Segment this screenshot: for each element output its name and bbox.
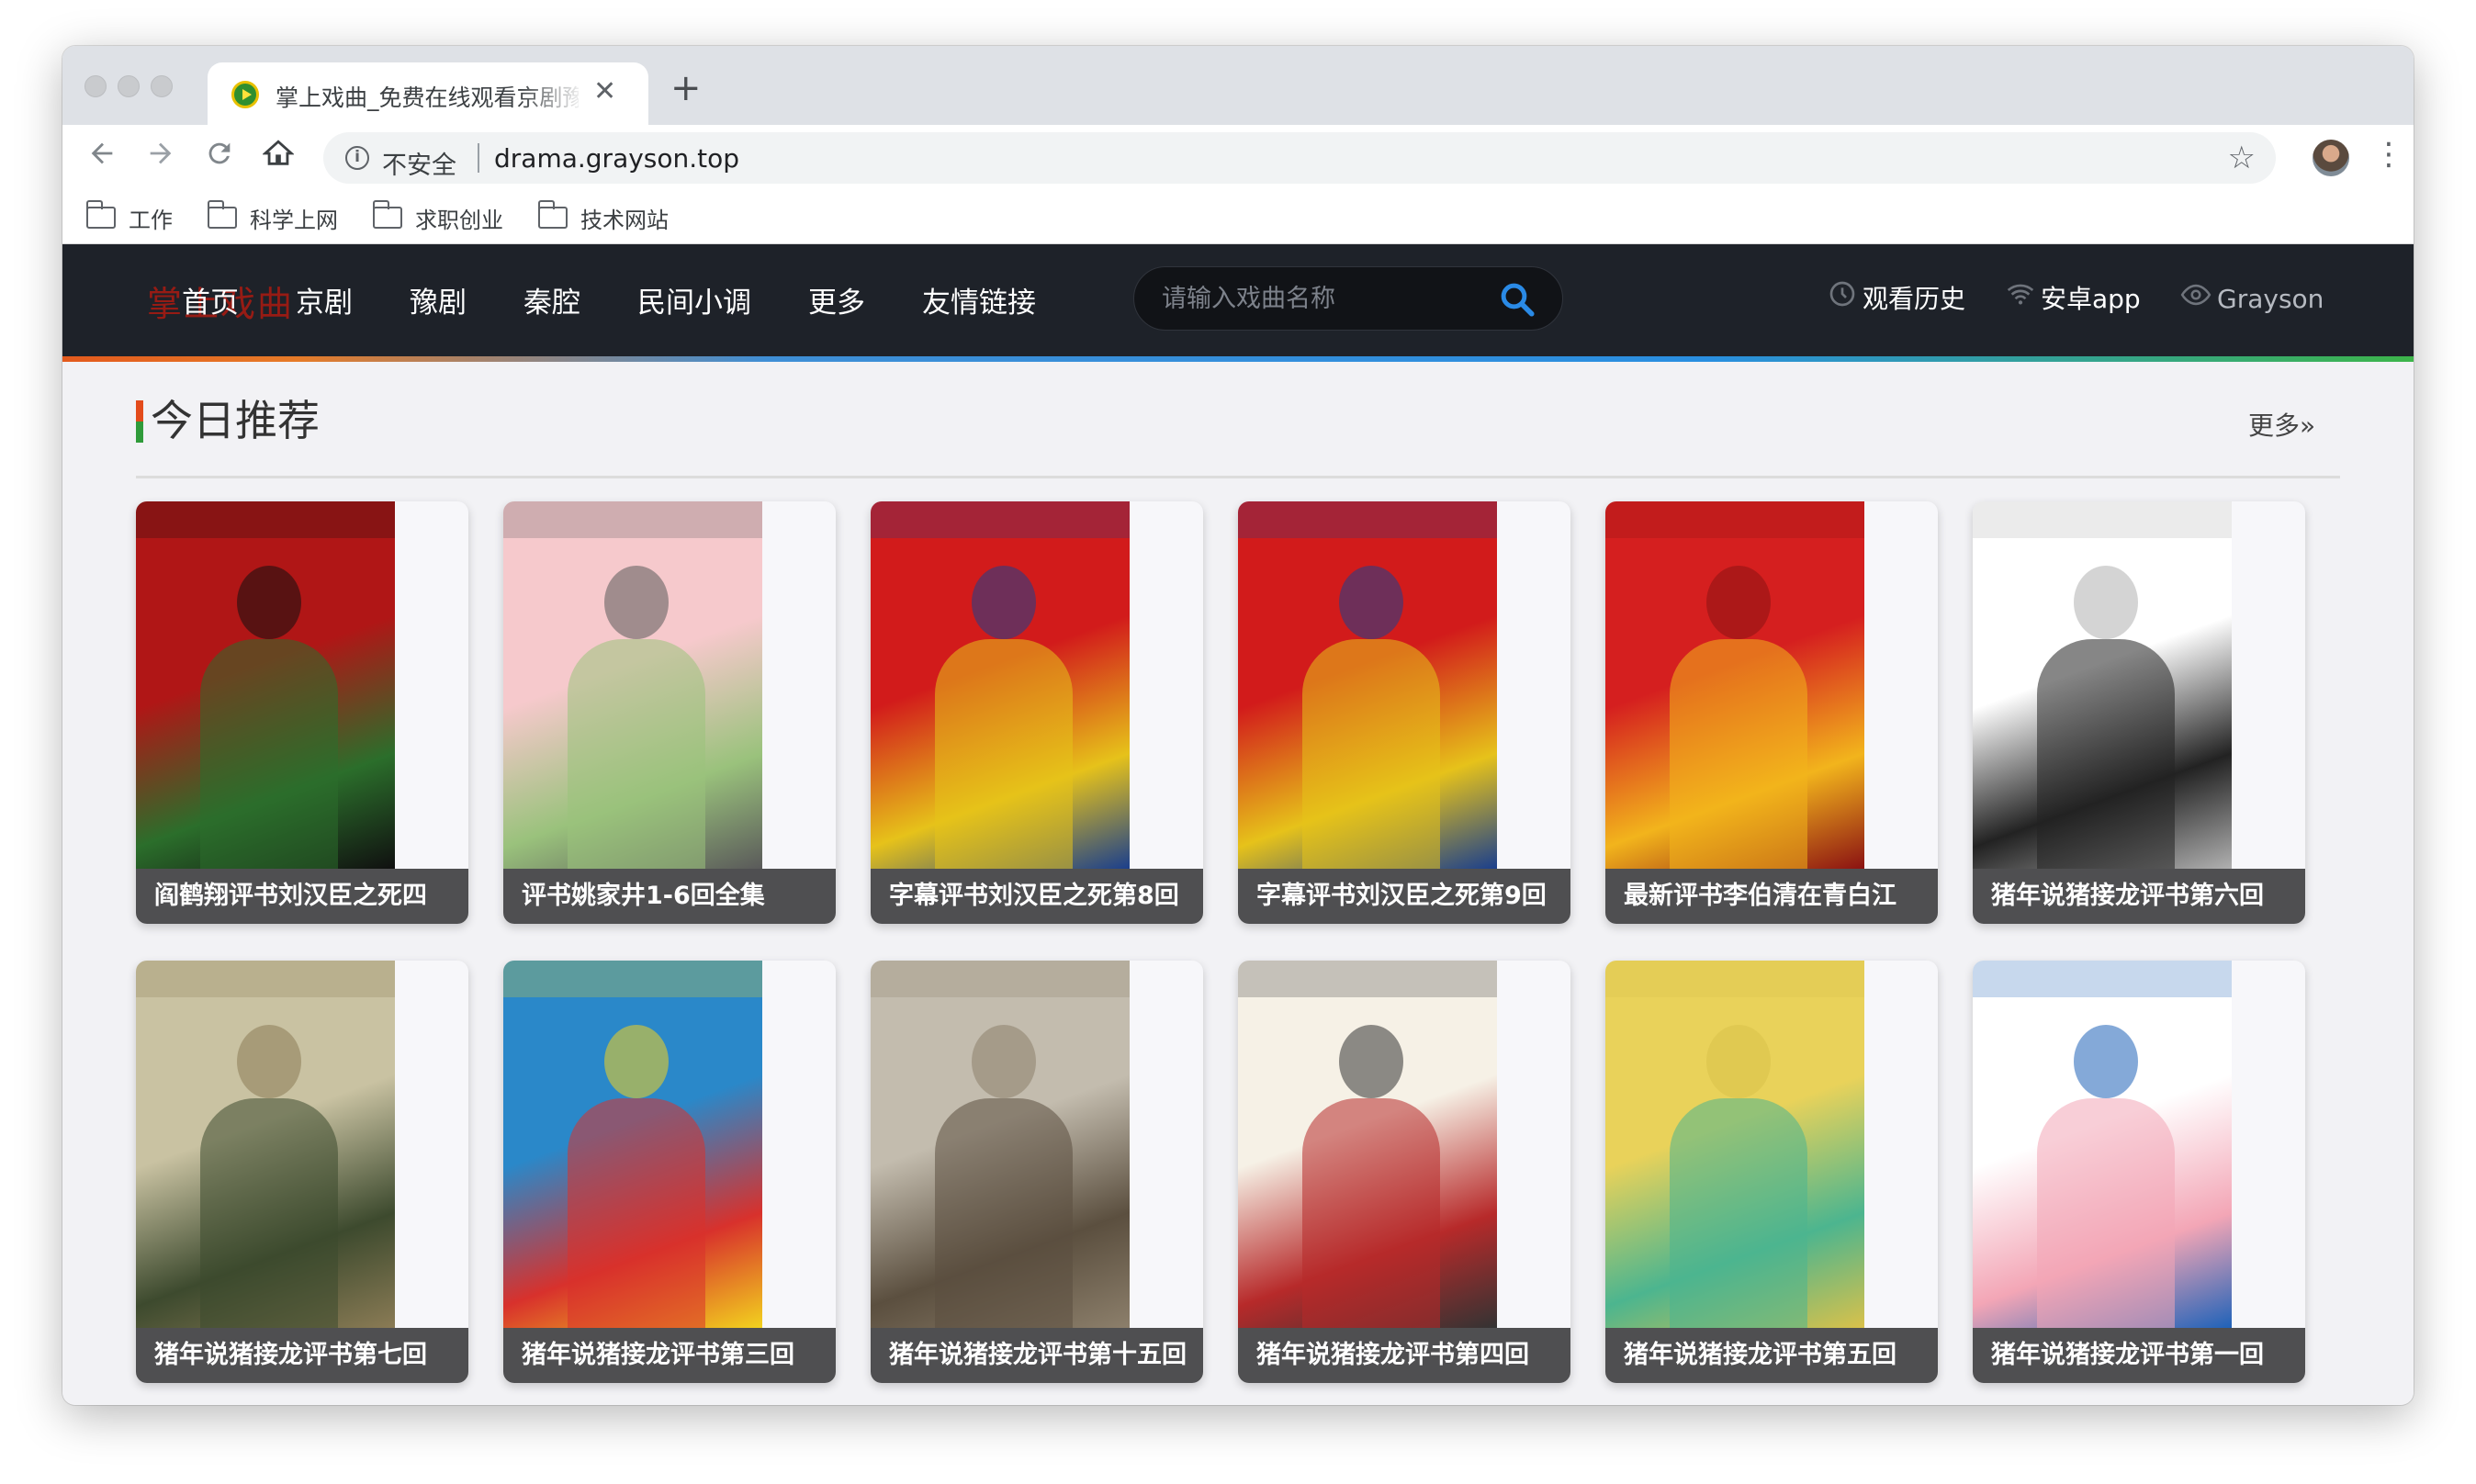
bookmarks-bar: 工作 科学上网 求职创业 技术网站 bbox=[62, 189, 2414, 244]
folder-icon bbox=[207, 200, 237, 229]
nav-yu-opera[interactable]: 豫剧 bbox=[410, 279, 467, 320]
video-thumbnail[interactable] bbox=[136, 961, 395, 1328]
back-arrow-icon[interactable] bbox=[86, 138, 118, 177]
video-card[interactable]: 猪年说猪接龙评书第六回 bbox=[1973, 501, 2305, 924]
video-card[interactable]: 最新评书李伯清在青白江 bbox=[1605, 501, 1938, 924]
site-favicon-icon bbox=[231, 81, 259, 108]
bookmark-folder[interactable]: 求职创业 bbox=[372, 200, 503, 233]
profile-avatar[interactable] bbox=[2313, 140, 2349, 176]
nav-watch-history[interactable]: 观看历史 bbox=[1828, 279, 1965, 316]
nav-more[interactable]: 更多 bbox=[808, 279, 865, 320]
new-tab-button[interactable]: + bbox=[670, 70, 702, 107]
search-input[interactable] bbox=[1162, 282, 1492, 315]
clock-icon bbox=[1828, 279, 1857, 316]
video-card[interactable]: 字幕评书刘汉臣之死第8回 bbox=[871, 501, 1203, 924]
video-thumbnail[interactable] bbox=[871, 961, 1130, 1328]
video-title[interactable]: 猪年说猪接龙评书第一回 bbox=[1973, 1328, 2305, 1383]
video-title[interactable]: 最新评书李伯清在青白江 bbox=[1605, 869, 1938, 924]
video-thumbnail[interactable] bbox=[1238, 501, 1497, 869]
bookmark-folder[interactable]: 技术网站 bbox=[537, 200, 669, 233]
search-box bbox=[1133, 266, 1563, 331]
video-card[interactable]: 猪年说猪接龙评书第三回 bbox=[503, 961, 836, 1383]
video-card[interactable]: 字幕评书刘汉臣之死第9回 bbox=[1238, 501, 1570, 924]
security-label[interactable]: 不安全 bbox=[382, 145, 456, 181]
video-card[interactable]: 猪年说猪接龙评书第十五回 bbox=[871, 961, 1203, 1383]
video-card[interactable]: 猪年说猪接龙评书第一回 bbox=[1973, 961, 2305, 1383]
video-title[interactable]: 字幕评书刘汉臣之死第9回 bbox=[1238, 869, 1570, 924]
video-card[interactable]: 猪年说猪接龙评书第四回 bbox=[1238, 961, 1570, 1383]
video-title[interactable]: 猪年说猪接龙评书第四回 bbox=[1238, 1328, 1570, 1383]
eye-icon bbox=[2180, 279, 2212, 318]
video-title[interactable]: 猪年说猪接龙评书第五回 bbox=[1605, 1328, 1938, 1383]
video-card[interactable]: 猪年说猪接龙评书第七回 bbox=[136, 961, 468, 1383]
browser-menu-icon[interactable]: ⋮ bbox=[2373, 136, 2404, 173]
address-bar[interactable]: i 不安全 drama.grayson.top ☆ bbox=[323, 132, 2276, 184]
bookmark-folder[interactable]: 科学上网 bbox=[207, 200, 338, 233]
video-card[interactable]: 阎鹤翔评书刘汉臣之死四 bbox=[136, 501, 468, 924]
reload-icon[interactable] bbox=[204, 138, 235, 177]
video-title[interactable]: 猪年说猪接龙评书第十五回 bbox=[871, 1328, 1203, 1383]
video-title[interactable]: 猪年说猪接龙评书第六回 bbox=[1973, 869, 2305, 924]
video-card[interactable]: 猪年说猪接龙评书第五回 bbox=[1605, 961, 1938, 1383]
section-accent-bar bbox=[136, 400, 143, 443]
url-text[interactable]: drama.grayson.top bbox=[494, 143, 739, 174]
nav-folk-tunes[interactable]: 民间小调 bbox=[637, 279, 751, 320]
site-navbar: 掌上戏曲 首页 京剧 豫剧 秦腔 民间小调 更多 友情链接 观看历史 安卓app bbox=[62, 244, 2414, 356]
video-title[interactable]: 字幕评书刘汉臣之死第8回 bbox=[871, 869, 1203, 924]
video-thumbnail[interactable] bbox=[1238, 961, 1497, 1328]
video-title[interactable]: 阎鹤翔评书刘汉臣之死四 bbox=[136, 869, 468, 924]
nav-peking-opera[interactable]: 京剧 bbox=[296, 279, 353, 320]
video-thumbnail[interactable] bbox=[136, 501, 395, 869]
video-card[interactable]: 评书姚家井1-6回全集 bbox=[503, 501, 836, 924]
tab-strip: 掌上戏曲_免费在线观看京剧豫剧 ✕ + bbox=[62, 46, 2414, 125]
main-content: 今日推荐 更多» 阎鹤翔评书刘汉臣之死四 评书姚家井1-6回全集 字幕评书刘汉臣之死… bbox=[62, 362, 2414, 1405]
window-minimize-dot[interactable] bbox=[118, 75, 140, 97]
video-thumbnail[interactable] bbox=[1605, 961, 1864, 1328]
video-title[interactable]: 评书姚家井1-6回全集 bbox=[503, 869, 836, 924]
video-thumbnail[interactable] bbox=[1973, 501, 2232, 869]
nav-qinqiang[interactable]: 秦腔 bbox=[523, 279, 580, 320]
folder-icon bbox=[537, 200, 568, 229]
nav-user[interactable]: Grayson bbox=[2180, 279, 2324, 318]
section-more-link[interactable]: 更多» bbox=[2248, 406, 2315, 443]
video-thumbnail[interactable] bbox=[1973, 961, 2232, 1328]
nav-android-app[interactable]: 安卓app bbox=[2006, 279, 2141, 316]
video-title[interactable]: 猪年说猪接龙评书第三回 bbox=[503, 1328, 836, 1383]
video-thumbnail[interactable] bbox=[503, 501, 762, 869]
section-title: 今日推荐 bbox=[151, 396, 320, 445]
video-thumbnail[interactable] bbox=[1605, 501, 1864, 869]
info-icon[interactable]: i bbox=[345, 146, 369, 170]
window-close-dot[interactable] bbox=[84, 75, 107, 97]
folder-icon bbox=[372, 200, 402, 229]
browser-window: 掌上戏曲_免费在线观看京剧豫剧 ✕ + i 不安全 drama.grayson.… bbox=[62, 46, 2414, 1405]
bookmark-star-icon[interactable]: ☆ bbox=[2228, 140, 2256, 176]
nav-home[interactable]: 首页 bbox=[182, 279, 239, 320]
forward-arrow-icon[interactable] bbox=[145, 138, 176, 177]
folder-icon bbox=[85, 200, 116, 229]
tab-close-icon[interactable]: ✕ bbox=[593, 75, 616, 107]
bookmark-folder[interactable]: 工作 bbox=[85, 200, 173, 233]
wifi-icon bbox=[2006, 279, 2035, 316]
search-icon[interactable] bbox=[1498, 280, 1536, 319]
home-icon[interactable] bbox=[262, 138, 295, 177]
video-thumbnail[interactable] bbox=[871, 501, 1130, 869]
browser-tab[interactable]: 掌上戏曲_免费在线观看京剧豫剧 ✕ bbox=[208, 62, 648, 125]
video-thumbnail[interactable] bbox=[503, 961, 762, 1328]
browser-toolbar: i 不安全 drama.grayson.top ☆ ⋮ bbox=[62, 125, 2414, 189]
video-title[interactable]: 猪年说猪接龙评书第七回 bbox=[136, 1328, 468, 1383]
window-zoom-dot[interactable] bbox=[151, 75, 173, 97]
nav-links[interactable]: 友情链接 bbox=[922, 279, 1036, 320]
